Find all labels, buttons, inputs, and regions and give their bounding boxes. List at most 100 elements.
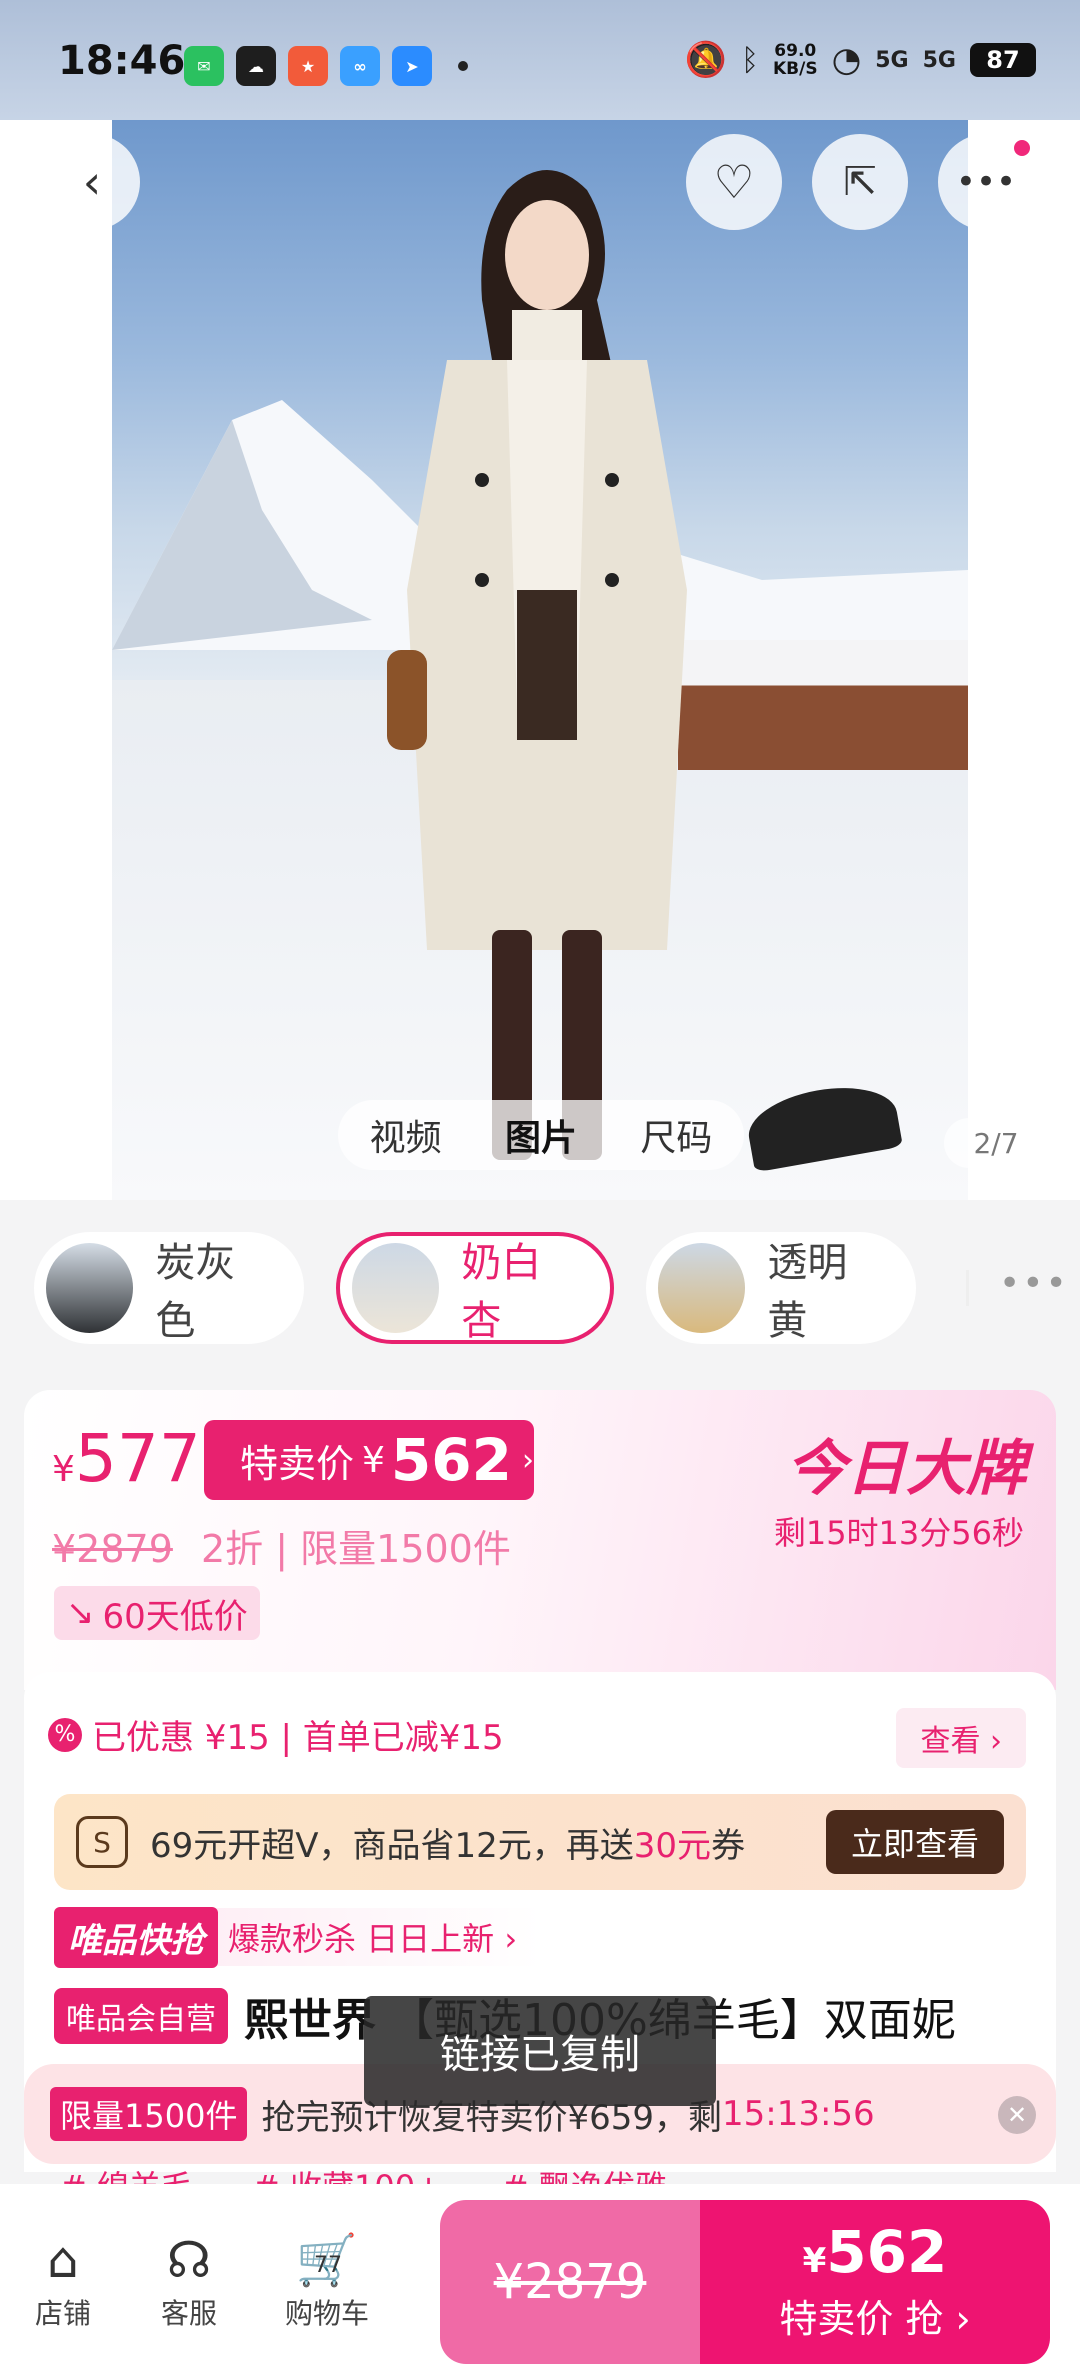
cloud-app-icon: ∞ [340,46,380,86]
feishu-icon: ➤ [392,46,432,86]
color-selector: 炭灰色 奶白杏 透明黄 ••• [0,1200,1080,1380]
cart-button[interactable]: 🛒 77 购物车 [272,2228,382,2332]
vip-highlight: 30元 [633,1825,712,1866]
view-discount-button[interactable]: 查看 › [896,1708,1026,1768]
signal-5g-1: 5G [875,47,909,73]
color-option-milk-apricot[interactable]: 奶白杏 [336,1232,614,1344]
wechat-icon: ✉ [184,46,224,86]
chevron-right-icon: › [522,1442,534,1478]
more-colors-button[interactable]: ••• [966,1266,1080,1306]
color-option-label: 透明黄 [767,1240,848,1344]
toast-message: 链接已复制 [364,1996,716,2106]
wifi-icon: ◔ [831,40,862,80]
limited-countdown: 15:13:56 [721,2094,875,2134]
color-option-label: 奶白杏 [461,1240,542,1344]
color-option-transparent-yellow[interactable]: 透明黄 [646,1232,916,1344]
product-tag[interactable]: # 绵羊毛 [60,2162,193,2184]
store-button[interactable]: ⌂ 店铺 [8,2228,118,2332]
customer-service-button[interactable]: ☊ 客服 [134,2228,244,2332]
model-figure [387,170,687,1160]
buy-price-value: 562 [826,2218,948,2286]
low-price-label: 60天低价 [102,1596,248,1637]
bluetooth-icon: ᛒ [740,42,759,78]
price-card: ¥577 特卖价 ¥ 562 › ¥2879 2折 | 限量1500件 ↘ 60… [24,1390,1056,1690]
speed-value: 69.0 [774,41,817,61]
vip-text: 69元开超V，商品省12元，再送 [150,1825,634,1866]
trend-down-icon: ↘ [66,1593,95,1633]
share-button[interactable]: ⇱ [812,134,908,230]
color-option-label: 炭灰色 [155,1240,236,1344]
current-price-value: 577 [74,1420,201,1497]
tab-size[interactable]: 尺码 [640,1109,712,1161]
product-tag[interactable]: # 收藏100+ [253,2162,442,2184]
tab-video[interactable]: 视频 [370,1109,442,1161]
buy-label: 特卖价 抢 › [779,2297,971,2341]
sale-price-value: 562 [390,1426,512,1494]
tab-images[interactable]: 图片 [505,1109,577,1161]
game-app-icon: ★ [288,46,328,86]
heart-plus-icon: ♡ [713,155,755,209]
vip-text-suffix: 券 [711,1825,746,1866]
mute-icon: 🔕 [684,40,727,80]
cart-count: 77 [314,2253,342,2278]
store-label: 店铺 [34,2297,91,2330]
product-photo[interactable] [112,120,968,1200]
brand-day-title: 今日大牌 [786,1434,1026,1504]
color-thumbnail [658,1243,746,1333]
close-icon[interactable]: ✕ [998,2096,1036,2134]
percent-icon: % [48,1717,82,1752]
product-tags: # 绵羊毛 # 收藏100+ # 飘逸优雅 [60,2162,667,2184]
page-indicator: 2/7 [944,1118,1048,1168]
low-price-tag: ↘ 60天低价 [54,1586,260,1640]
sale-label: 特卖价 [240,1441,355,1486]
original-price-button[interactable]: ¥2879 [440,2200,700,2364]
sale-price-badge[interactable]: 特卖价 ¥ 562 › [204,1420,534,1500]
network-speed: 69.0 KB/S [773,42,818,78]
self-operated-tag: 唯品会自营 [54,1988,228,2044]
original-price-line: ¥2879 2折 | 限量1500件 [52,1518,511,1573]
discount-text: 2折 [200,1527,264,1571]
flash-sale-strip[interactable]: 唯品快抢 爆款秒杀 日日上新 › [54,1906,542,1968]
vip-view-button[interactable]: 立即查看 [826,1810,1004,1874]
cart-icon: 🛒 77 [272,2228,382,2292]
vip-coin-icon: S [76,1816,128,1868]
more-notifications-icon [458,61,468,71]
product-gallery[interactable] [0,120,1080,1200]
ellipsis-icon: ••• [955,162,1017,202]
status-bar: 18:46 ✉ ☁ ★ ∞ ➤ 🔕 ᛒ 69.0 KB/S ◔ 5G 5G 87 [0,0,1080,120]
saved-info: % 已优惠 ¥15 | 首单已减¥15 [48,1710,504,1759]
cabin-backdrop [678,640,968,770]
moji-weather-icon: ☁ [236,46,276,86]
countdown: 剩15时13分56秒 [773,1514,1024,1552]
favorite-button[interactable]: ♡ [686,134,782,230]
buy-now-button[interactable]: ¥562 特卖价 抢 › [700,2200,1050,2364]
current-price: ¥577 [52,1420,201,1497]
share-icon: ⇱ [843,159,877,205]
flash-sale-tag: 唯品快抢 [54,1906,218,1968]
flash-sale-text: 爆款秒杀 日日上新 › [228,1920,518,1958]
buy-price: ¥562 [700,2218,1050,2286]
chevron-left-icon: ‹ [82,155,102,209]
color-option-charcoal[interactable]: 炭灰色 [34,1232,304,1344]
signal-5g-2: 5G [922,47,956,73]
currency-symbol: ¥ [362,1439,385,1481]
back-button[interactable]: ‹ [44,134,140,230]
battery-indicator: 87 [970,43,1036,77]
color-thumbnail [352,1243,440,1333]
product-tag[interactable]: # 飘逸优雅 [502,2162,667,2184]
notification-dot [1014,140,1030,156]
cart-label: 购物车 [284,2297,369,2330]
color-thumbnail [46,1243,134,1333]
service-label: 客服 [160,2297,217,2330]
headset-icon: ☊ [166,2231,212,2289]
vip-banner[interactable]: S 69元开超V，商品省12元，再送 30元券 立即查看 [54,1794,1026,1890]
limit-text: | 限量1500件 [275,1527,511,1571]
system-status: 🔕 ᛒ 69.0 KB/S ◔ 5G 5G 87 [685,40,1036,80]
brand-name: 熙世界 [244,1995,376,2046]
currency-symbol: ¥ [802,2241,827,2281]
currency-symbol: ¥ [52,1449,75,1490]
limited-tag: 限量1500件 [50,2087,248,2141]
original-price: ¥2879 [52,1527,173,1571]
store-icon: ⌂ [47,2231,79,2289]
saved-text: 已优惠 ¥15 | 首单已减¥15 [92,1718,504,1758]
